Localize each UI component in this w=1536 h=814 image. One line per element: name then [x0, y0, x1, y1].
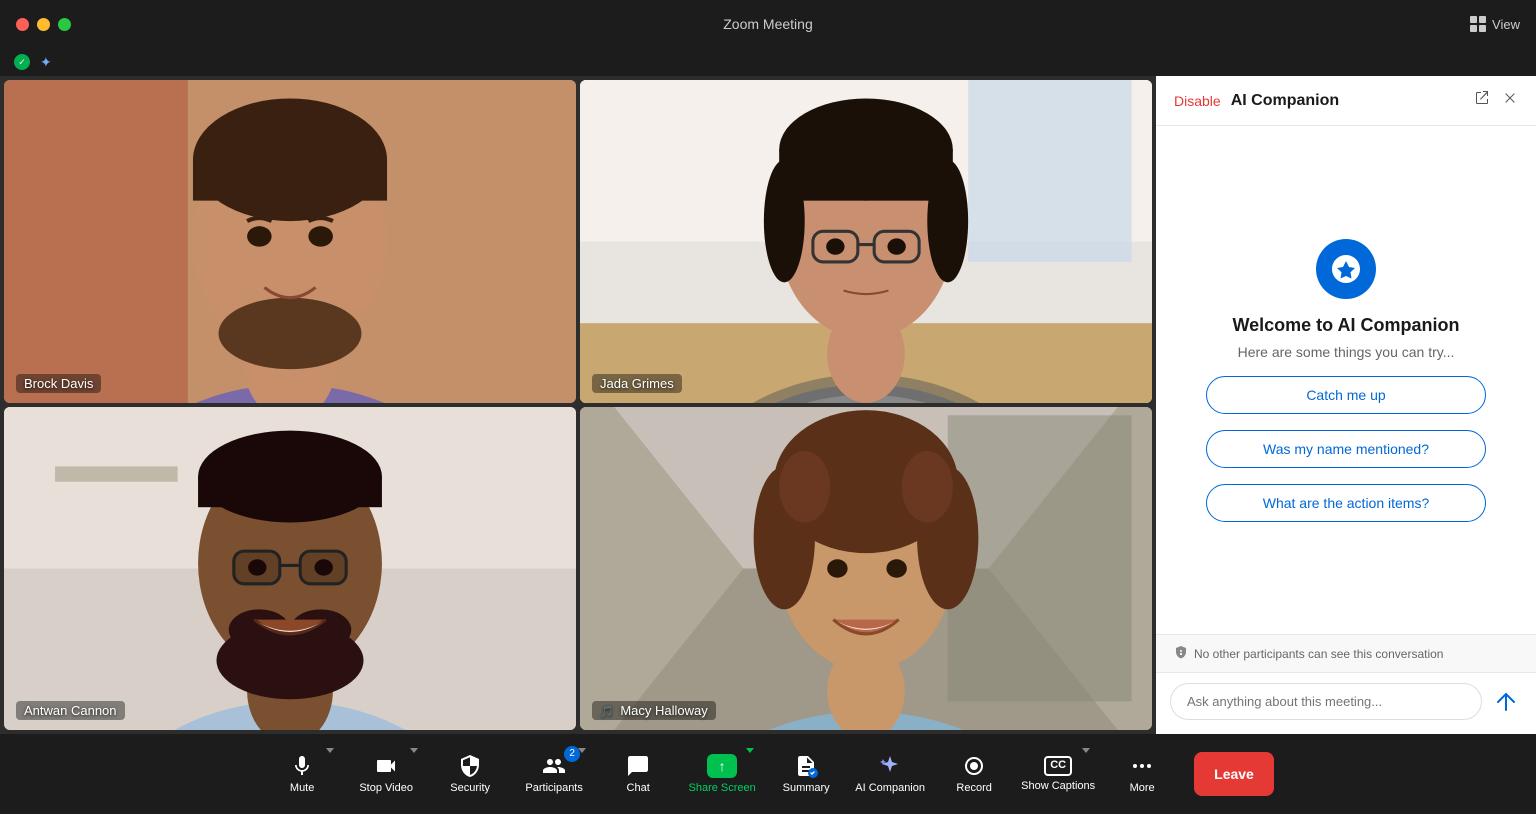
mute-chevron: [326, 748, 334, 753]
share-screen-button[interactable]: Share Screen: [682, 740, 762, 808]
mute-label: Mute: [290, 782, 314, 794]
summary-label: Summary: [783, 782, 830, 794]
participant-name-brock: Brock Davis: [16, 374, 101, 393]
ai-chat-input[interactable]: [1170, 683, 1482, 720]
mic-icon: [290, 754, 314, 778]
share-screen-label: Share Screen: [689, 782, 756, 794]
video-cell-antwan: Antwan Cannon: [4, 407, 576, 730]
stop-video-button[interactable]: Stop Video: [346, 740, 426, 808]
ai-sparkle-icon: [878, 754, 902, 778]
show-captions-label: Show Captions: [1021, 780, 1095, 792]
record-icon: [962, 754, 986, 778]
share-chevron: [746, 748, 754, 753]
cc-badge: CC: [1044, 756, 1072, 775]
video-cell-macy: 🎵 Macy Halloway: [580, 407, 1152, 730]
popout-button[interactable]: [1474, 90, 1490, 111]
summary-button[interactable]: Summary: [766, 740, 846, 808]
ai-panel-content: Welcome to AI Companion Here are some th…: [1156, 126, 1536, 634]
stop-video-label: Stop Video: [359, 782, 413, 794]
show-captions-button[interactable]: CC Show Captions: [1018, 740, 1098, 808]
maximize-button[interactable]: [58, 18, 71, 31]
more-button[interactable]: More: [1102, 740, 1182, 808]
view-button[interactable]: View: [1470, 16, 1520, 32]
close-panel-button[interactable]: [1502, 90, 1518, 111]
chat-button[interactable]: Chat: [598, 740, 678, 808]
people-icon: [542, 754, 566, 778]
title-bar: Zoom Meeting View: [0, 0, 1536, 48]
disable-button[interactable]: Disable: [1174, 93, 1221, 109]
video-cell-jada: Jada Grimes: [580, 80, 1152, 403]
security-button[interactable]: Security: [430, 740, 510, 808]
video-grid: Brock Davis: [0, 76, 1156, 734]
share-screen-icon: [707, 754, 737, 778]
video-cell-brock: Brock Davis: [4, 80, 576, 403]
ai-companion-label: AI Companion: [855, 782, 925, 794]
privacy-notice: No other participants can see this conve…: [1156, 634, 1536, 672]
shield-icon: [458, 754, 482, 778]
video-face-jada: [580, 80, 1152, 403]
record-label: Record: [956, 782, 991, 794]
ai-logo: [1316, 239, 1376, 299]
main-layout: Brock Davis: [0, 76, 1536, 734]
ai-panel-header: Disable AI Companion: [1156, 76, 1536, 126]
muted-mic-icon: 🎵: [600, 706, 614, 718]
video-chevron: [410, 748, 418, 753]
privacy-icon: [1174, 645, 1188, 662]
summary-icon: [794, 754, 818, 778]
window-controls[interactable]: [16, 18, 71, 31]
record-button[interactable]: Record: [934, 740, 1014, 808]
ai-welcome-subtitle: Here are some things you can try...: [1238, 344, 1455, 360]
ai-header-left: Disable AI Companion: [1174, 92, 1339, 110]
ai-welcome-title: Welcome to AI Companion: [1232, 315, 1459, 336]
ai-header-icons: [1474, 90, 1518, 111]
ai-input-area: [1156, 672, 1536, 734]
security-label: Security: [450, 782, 490, 794]
ai-companion-panel: Disable AI Companion: [1156, 76, 1536, 734]
participants-button[interactable]: 2 Participants: [514, 740, 594, 808]
privacy-text: No other participants can see this conve…: [1194, 647, 1443, 661]
window-title: Zoom Meeting: [723, 16, 812, 32]
minimize-button[interactable]: [37, 18, 50, 31]
participant-name-antwan: Antwan Cannon: [16, 701, 125, 720]
suggestion-catch-me-up[interactable]: Catch me up: [1206, 376, 1486, 414]
captions-chevron: [1082, 748, 1090, 753]
participant-name-macy: 🎵 Macy Halloway: [592, 701, 716, 720]
video-face-brock: [4, 80, 576, 403]
chat-label: Chat: [627, 782, 650, 794]
more-dots-icon: [1130, 754, 1154, 778]
close-button[interactable]: [16, 18, 29, 31]
suggestion-name-mentioned[interactable]: Was my name mentioned?: [1206, 430, 1486, 468]
ai-companion-button[interactable]: AI Companion: [850, 740, 930, 808]
more-label: More: [1130, 782, 1155, 794]
leave-button[interactable]: Leave: [1194, 752, 1274, 796]
connection-status-icon: [14, 54, 30, 70]
grid-icon: [1470, 16, 1486, 32]
mute-button[interactable]: Mute: [262, 740, 342, 808]
ai-panel-title: AI Companion: [1231, 92, 1339, 110]
ai-send-button[interactable]: [1490, 686, 1522, 718]
participants-badge: 2: [564, 746, 580, 762]
spark-icon: ✦: [40, 54, 52, 71]
video-face-antwan: [4, 407, 576, 730]
video-face-macy: [580, 407, 1152, 730]
participants-label: Participants: [525, 782, 582, 794]
status-bar: ✦: [0, 48, 1536, 76]
suggestion-action-items[interactable]: What are the action items?: [1206, 484, 1486, 522]
participant-name-jada: Jada Grimes: [592, 374, 682, 393]
camera-icon: [374, 754, 398, 778]
view-label: View: [1492, 17, 1520, 32]
toolbar: Mute Stop Video Security 2 Participants …: [0, 734, 1536, 814]
chat-icon: [626, 754, 650, 778]
